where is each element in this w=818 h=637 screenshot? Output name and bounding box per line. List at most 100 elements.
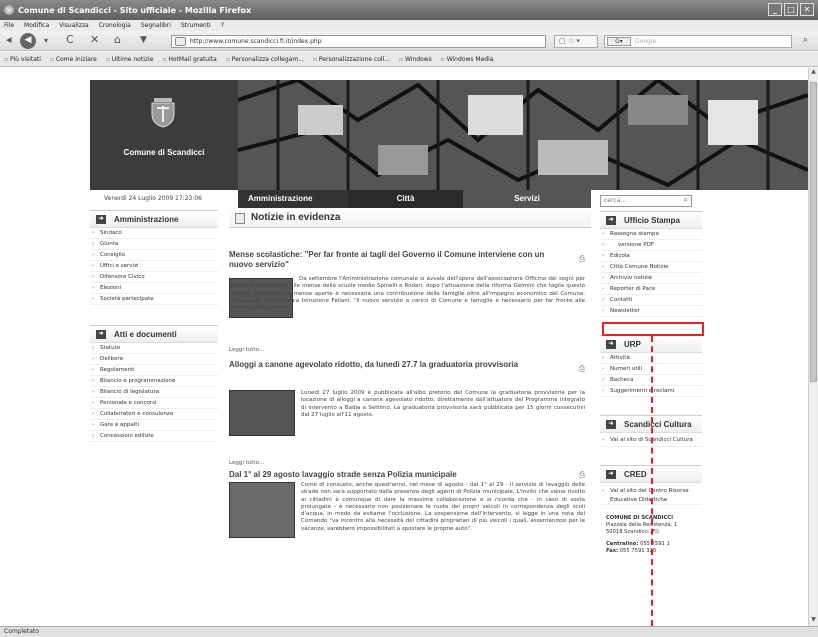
sidebar-item-bilancio-legislatura[interactable]: Bilancio di legislatura	[90, 387, 218, 398]
bookmark-item[interactable]: Windows	[399, 52, 432, 66]
box-atti-title[interactable]: ➜ Atti e documenti	[90, 325, 218, 343]
status-bar: Completato	[0, 626, 818, 637]
scroll-down-icon[interactable]: ▼	[809, 616, 818, 626]
scroll-up-icon[interactable]: ▲	[809, 68, 818, 78]
news-article: Mense scolastiche: "Per far fronte ai ta…	[229, 250, 591, 353]
sidebar-item-regolamenti[interactable]: Regolamenti	[90, 365, 218, 376]
web-search-input[interactable]: G▾ Google	[604, 35, 792, 48]
search-icon[interactable]: ⌕	[803, 35, 808, 45]
newsletter-highlight-box	[602, 322, 704, 336]
scroll-thumb[interactable]	[810, 82, 817, 382]
bookmark-item[interactable]: Ultime notizie	[106, 52, 154, 66]
read-more-link[interactable]: Leggi tutto...	[229, 460, 264, 466]
sidebar-item-sindaco[interactable]: Sindaco	[90, 228, 218, 239]
bookmark-item[interactable]: Personalizza collegam...	[226, 52, 304, 66]
bookmark-star-icon[interactable]: ▢ ☆ ▾	[554, 35, 598, 48]
left-sidebar: ➜Amministrazione Sindaco Giunta Consigli…	[90, 210, 218, 442]
sidebar-item-rassegna[interactable]: Rassegna stampa	[600, 229, 702, 240]
home-icon[interactable]: ⌂	[114, 33, 121, 46]
menu-modifica[interactable]: Modifica	[24, 20, 49, 31]
site-search-icon[interactable]: ⌕	[684, 195, 688, 205]
sidebar-item-personale[interactable]: Personale e concorsi	[90, 398, 218, 409]
article-title[interactable]: Dal 1° al 29 agosto lavaggio strade senz…	[229, 470, 569, 480]
menu-strumenti[interactable]: Strumenti	[181, 20, 211, 31]
site-logo[interactable]: Comune di Scandicci	[90, 80, 238, 190]
document-icon	[235, 213, 245, 224]
sidebar-item-archivio[interactable]: Archivio notizie	[600, 273, 702, 284]
maximize-icon[interactable]: □	[784, 3, 798, 16]
bookmark-item[interactable]: Più visitati	[4, 52, 41, 66]
sidebar-item-reporter[interactable]: Reporter di Pace	[600, 284, 702, 295]
sidebar-item-collaboratori[interactable]: Collaboratori e consulenze	[90, 409, 218, 420]
stained-glass-image	[238, 80, 808, 190]
web-search-placeholder: Google	[635, 38, 657, 45]
read-more-link[interactable]: Leggi tutto...	[229, 347, 264, 353]
vertical-scrollbar[interactable]: ▲ ▼	[808, 68, 818, 626]
annotation-dashed-line	[651, 336, 653, 626]
article-text: Come di consueto, anche quest'anno, nel …	[301, 482, 585, 532]
tab-citta[interactable]: Città	[348, 190, 463, 208]
bookmark-item[interactable]: Come iniziare	[50, 52, 97, 66]
bookmark-item[interactable]: Personalizzazione coll...	[313, 52, 390, 66]
sidebar-item-newsletter[interactable]: Newsletter	[600, 306, 702, 317]
box-ufficio-stampa-title[interactable]: ➜ Ufficio Stampa	[600, 211, 702, 229]
firefox-logo-icon	[4, 5, 14, 15]
menu-file[interactable]: File	[4, 20, 14, 31]
print-icon[interactable]: ⎙	[579, 254, 585, 264]
url-bar[interactable]: http://www.comune.scandicci.fi.it/index.…	[171, 35, 546, 48]
sidebar-item-pdf[interactable]: versione PDF	[600, 240, 702, 251]
sidebar-item-giunta[interactable]: Giunta	[90, 239, 218, 250]
site-search-input[interactable]: cerca... ⌕	[600, 195, 692, 207]
bookmark-item[interactable]: HotMail gratuita	[162, 52, 216, 66]
print-icon[interactable]: ⎙	[579, 470, 585, 480]
sidebar-item-statuto[interactable]: Statuto	[90, 343, 218, 354]
sidebar-item-concessioni[interactable]: Concessioni edilizie	[90, 431, 218, 442]
contact-city: 50018 Scandicci (FI)	[606, 529, 659, 535]
reload-icon[interactable]: C	[66, 33, 74, 46]
page-content: Comune di Scandicci Venerdì 24 Luglio 20…	[0, 68, 808, 626]
arrow-right-icon: ➜	[96, 330, 106, 339]
news-article: Dal 1° al 29 agosto lavaggio strade senz…	[229, 470, 591, 538]
box-amministrazione-title[interactable]: ➜ Amministrazione	[90, 210, 218, 228]
url-text: http://www.comune.scandicci.fi.it/index.…	[190, 38, 322, 45]
sidebar-item-edicola[interactable]: Edicola	[600, 251, 702, 262]
sidebar-item-elezioni[interactable]: Elezioni	[90, 283, 218, 294]
tab-servizi[interactable]: Servizi	[463, 190, 591, 208]
sidebar-item-contatti[interactable]: Contatti	[600, 295, 702, 306]
bookmark-item[interactable]: Windows Media	[441, 52, 494, 66]
article-text: Da settembre l'Amministrazione comunale …	[229, 276, 585, 312]
minimize-icon[interactable]: _	[768, 3, 782, 16]
menu-visualizza[interactable]: Visualizza	[59, 20, 89, 31]
ufficio-stampa-list: Rassegna stampa versione PDF Edicola Cit…	[600, 229, 702, 317]
title-bar: Comune di Scandicci - Sito ufficiale - M…	[0, 0, 818, 20]
site-favicon-icon	[175, 37, 186, 46]
print-icon[interactable]: ⎙	[579, 364, 585, 374]
sidebar-item-difensore[interactable]: Difensore Civico	[90, 272, 218, 283]
sidebar-item-citta-comune[interactable]: Città Comune Notizie	[600, 262, 702, 273]
window-title: Comune di Scandicci - Sito ufficiale - M…	[18, 5, 252, 15]
menu-help[interactable]: ?	[221, 20, 224, 31]
article-title[interactable]: Mense scolastiche: "Per far fronte ai ta…	[229, 250, 569, 270]
amministrazione-list: Sindaco Giunta Consiglio Uffici e serviz…	[90, 228, 218, 305]
article-title[interactable]: Alloggi a canone agevolato ridotto, da l…	[229, 360, 569, 370]
menu-cronologia[interactable]: Cronologia	[99, 20, 131, 31]
sidebar-item-societa[interactable]: Società partecipate	[90, 294, 218, 305]
back-arrow-icon[interactable]: ◂	[6, 33, 12, 46]
sidebar-item-uffici[interactable]: Uffici e servizi	[90, 261, 218, 272]
sidebar-item-bilancio[interactable]: Bilancio e programmazione	[90, 376, 218, 387]
bookmarks-toolbar: Più visitati Come iniziare Ultime notizi…	[0, 52, 818, 67]
back-button[interactable]: ◀	[20, 33, 36, 49]
contact-address: Piazzale della Resistenza, 1	[606, 522, 678, 528]
stop-icon[interactable]: ✕	[90, 33, 99, 46]
menu-segnalibri[interactable]: Segnalibri	[141, 20, 171, 31]
history-dropdown-icon[interactable]: ▾	[44, 36, 48, 45]
sidebar-item-gare[interactable]: Gare e appalti	[90, 420, 218, 431]
sidebar-item-consiglio[interactable]: Consiglio	[90, 250, 218, 261]
dropdown-icon[interactable]: ▼	[140, 35, 147, 45]
news-article: Alloggi a canone agevolato ridotto, da l…	[229, 360, 591, 466]
close-icon[interactable]: ✕	[800, 3, 814, 16]
tab-amministrazione[interactable]: Amministrazione	[238, 190, 348, 208]
sidebar-item-delibere[interactable]: Delibere	[90, 354, 218, 365]
contact-phone: 055 7591 1	[640, 541, 670, 547]
search-engine-selector[interactable]: G▾	[607, 37, 631, 46]
